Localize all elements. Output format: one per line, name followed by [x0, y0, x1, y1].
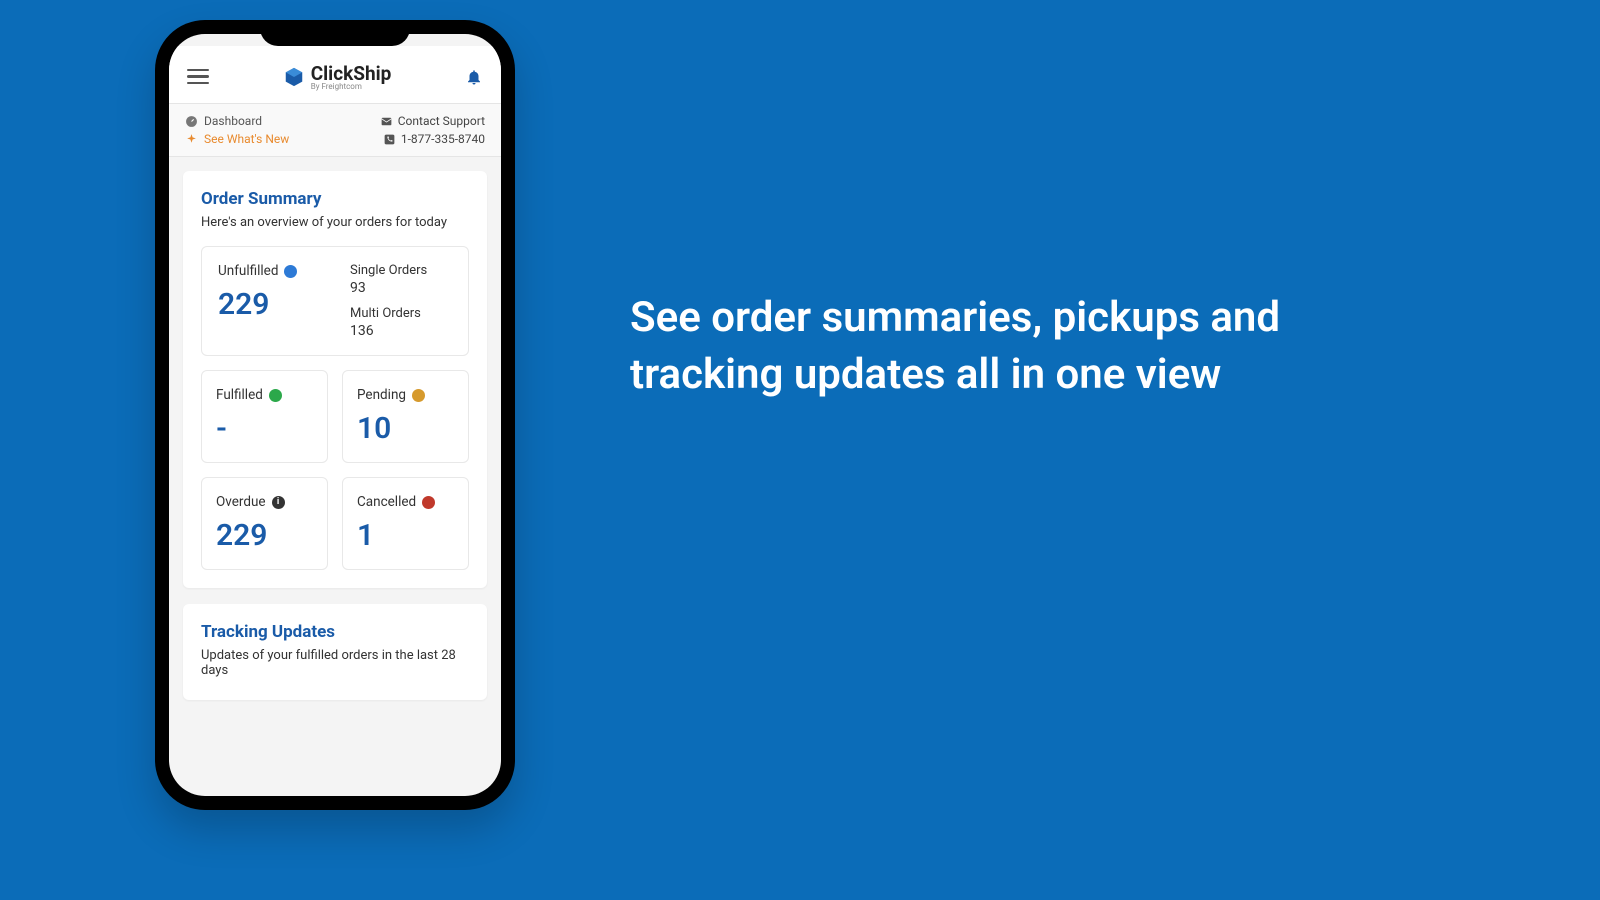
mail-icon	[380, 115, 393, 128]
overdue-label: Overdue	[216, 494, 266, 510]
unfulfilled-label: Unfulfilled	[218, 263, 278, 279]
minus-icon	[412, 389, 425, 402]
single-orders-value: 93	[350, 280, 452, 296]
tracking-subtitle: Updates of your fulfilled orders in the …	[201, 648, 469, 678]
notifications-button[interactable]	[465, 68, 483, 86]
phone-frame: ClickShip By Freightcom Dashboard	[155, 20, 515, 810]
cancelled-value: 1	[357, 518, 454, 553]
menu-button[interactable]	[187, 69, 209, 85]
pending-tile[interactable]: Pending 10	[342, 370, 469, 463]
unfulfilled-tile[interactable]: Unfulfilled 229 Single Orders 93 Mu	[201, 246, 469, 356]
gauge-icon	[185, 115, 198, 128]
multi-orders-label: Multi Orders	[350, 306, 452, 321]
see-whats-new-link[interactable]: See What's New	[185, 132, 289, 146]
dashboard-label: Dashboard	[204, 114, 262, 128]
tracking-updates-card: Tracking Updates Updates of your fulfill…	[183, 604, 487, 700]
x-icon	[422, 496, 435, 509]
see-new-label: See What's New	[204, 132, 289, 146]
brand-logo: ClickShip By Freightcom	[283, 62, 392, 91]
sparkle-icon	[185, 133, 198, 146]
order-summary-subtitle: Here's an overview of your orders for to…	[201, 215, 469, 230]
unfulfilled-value: 229	[218, 287, 320, 322]
phone-notch	[260, 20, 410, 46]
marketing-headline: See order summaries, pickups and trackin…	[630, 290, 1390, 403]
overdue-tile[interactable]: Overdue i 229	[201, 477, 328, 570]
pending-value: 10	[357, 411, 454, 446]
pending-label: Pending	[357, 387, 406, 403]
logo-icon	[283, 66, 305, 88]
order-summary-card: Order Summary Here's an overview of your…	[183, 171, 487, 588]
info-dark-icon: i	[272, 496, 285, 509]
fulfilled-tile[interactable]: Fulfilled -	[201, 370, 328, 463]
main-content: Order Summary Here's an overview of your…	[169, 157, 501, 789]
single-orders-label: Single Orders	[350, 263, 452, 278]
overdue-value: 229	[216, 518, 313, 553]
tracking-title: Tracking Updates	[201, 622, 469, 642]
check-icon	[269, 389, 282, 402]
phone-number: 1-877-335-8740	[401, 132, 485, 146]
phone-icon	[383, 133, 396, 146]
multi-orders-value: 136	[350, 323, 452, 339]
contact-label: Contact Support	[398, 114, 485, 128]
order-summary-title: Order Summary	[201, 189, 469, 209]
contact-support-link[interactable]: Contact Support	[380, 114, 485, 128]
app-header: ClickShip By Freightcom	[169, 46, 501, 104]
cancelled-label: Cancelled	[357, 494, 416, 510]
cancelled-tile[interactable]: Cancelled 1	[342, 477, 469, 570]
dashboard-breadcrumb[interactable]: Dashboard	[185, 114, 262, 128]
fulfilled-value: -	[216, 411, 313, 446]
info-icon	[284, 265, 297, 278]
fulfilled-label: Fulfilled	[216, 387, 263, 403]
phone-screen: ClickShip By Freightcom Dashboard	[169, 34, 501, 796]
sub-bar: Dashboard Contact Support See What's New	[169, 104, 501, 157]
support-phone[interactable]: 1-877-335-8740	[383, 132, 485, 146]
